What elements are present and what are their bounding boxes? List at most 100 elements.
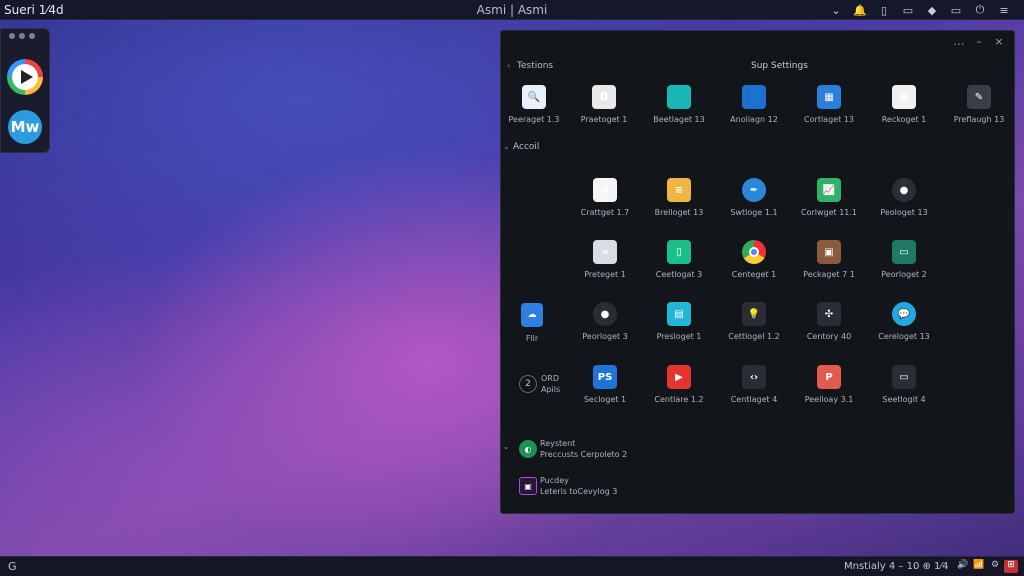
app-tile[interactable]: ▭ Peorloget 2 <box>866 240 942 290</box>
app-label: Corlwget 11.1 <box>800 208 858 217</box>
app-label: Secloget 1 <box>583 395 627 404</box>
app-tile[interactable]: ∞ Preteget 1 <box>567 240 643 290</box>
app-tile[interactable]: 💡 Cettlogel 1.2 <box>716 302 792 352</box>
bell-icon[interactable]: 🔔 <box>848 2 872 18</box>
clipboard-icon[interactable]: ▯ <box>872 2 896 18</box>
bubble-icon: 💬 <box>892 302 916 326</box>
ps-icon: PS <box>593 365 617 389</box>
app-tile[interactable]: 🔍 Peeraget 1.3 <box>496 85 572 135</box>
app-label: Peorloget 2 <box>881 270 927 279</box>
app-tile[interactable]: ▯ Ceetlogat 3 <box>641 240 717 290</box>
app-label: Peelloay 3.1 <box>804 395 854 404</box>
app-tile[interactable]: 📈 Corlwget 11.1 <box>791 178 867 228</box>
app-tile[interactable]: Centeget 1 <box>716 240 792 290</box>
app-tile[interactable]: ✿ Crattget 1.7 <box>567 178 643 228</box>
app-tile[interactable]: ● Peorloget 3 <box>567 302 643 352</box>
app-tile[interactable]: Beetlaget 13 <box>641 85 717 135</box>
app-tile[interactable]: ≡ Brelloget 13 <box>641 178 717 228</box>
app-tile[interactable]: ✣ Centory 40 <box>791 302 867 352</box>
list-expand-chevron[interactable]: ⌄ <box>503 442 513 452</box>
app-label: Peeraget 1.3 <box>508 115 560 124</box>
app-label: Peologet 13 <box>880 208 928 217</box>
monitor-icon[interactable]: ▭ <box>896 2 920 18</box>
green-circle-icon: ◐ <box>519 440 537 458</box>
app-label: Preteget 1 <box>584 270 626 279</box>
app-label: Cortlaget 13 <box>804 115 854 124</box>
notification-icon[interactable]: ⊞ <box>1004 560 1018 573</box>
app-tile[interactable]: ▭ Seetlogit 4 <box>866 365 942 415</box>
list-item[interactable]: ▣ Pucdey Leteris toCevylog 3 <box>519 475 617 497</box>
app-tile[interactable]: ‹› Centlaget 4 <box>716 365 792 415</box>
app-tile[interactable]: ▦ Reckoget 1 <box>866 85 942 135</box>
app-tile[interactable]: ✎ Preflaugh 13 <box>941 85 1017 135</box>
app-tile[interactable]: ▦ Cortlaget 13 <box>791 85 867 135</box>
chevron-down-icon[interactable]: ⌄ <box>824 2 848 18</box>
side-item-apps[interactable]: 2 ORD Apils <box>519 373 560 395</box>
glasses-icon: ∞ <box>593 240 617 264</box>
app-label: Brelloget 13 <box>654 208 704 217</box>
bulb-icon: 💡 <box>742 302 766 326</box>
app-label: Crattget 1.7 <box>580 208 630 217</box>
app-tile[interactable]: ✒ Swtloge 1.1 <box>716 178 792 228</box>
slack-icon: ✣ <box>817 302 841 326</box>
app-label: Centlaget 4 <box>730 395 778 404</box>
media-player-icon[interactable] <box>7 59 43 95</box>
chat-icon <box>667 85 691 109</box>
chrome-icon <box>742 240 766 264</box>
start-menu-button[interactable]: G <box>8 560 17 573</box>
network-icon[interactable]: ◆ <box>920 2 944 18</box>
app-tile[interactable]: 👤 Anoliagn 12 <box>716 85 792 135</box>
side-item-files[interactable]: ☁ Fllr <box>521 303 543 344</box>
app-label: Praetoget 1 <box>580 115 628 124</box>
calendar-icon: ▦ <box>892 85 916 109</box>
list-item[interactable]: ◐ Reystent Preccusts Cerpoleto 2 <box>519 438 627 460</box>
message-icon: ▭ <box>892 365 916 389</box>
app-tile[interactable]: 💬 Cereloget 13 <box>866 302 942 352</box>
chevron-down-icon: ⌄ <box>503 142 510 151</box>
system-tray: ⌄ 🔔 ▯ ▭ ◆ ▭ ⏻ ≡ <box>824 2 1016 18</box>
app-label: Centeget 1 <box>731 270 777 279</box>
app-tile[interactable]: ▶ Centlare 1.2 <box>641 365 717 415</box>
close-icon[interactable]: × <box>992 35 1006 49</box>
app-label: Ceetlogat 3 <box>655 270 703 279</box>
menu-icon[interactable]: … <box>952 35 966 49</box>
file-icon: ▤ <box>667 302 691 326</box>
tablet-icon: ▯ <box>667 240 691 264</box>
dock-window-controls <box>1 29 49 39</box>
window-heading: Sup Settings <box>751 61 808 71</box>
status-text: Mnstialy 4 – 10 ⊕ 1⁄4 <box>844 561 949 572</box>
app-tile[interactable]: PS Secloget 1 <box>567 365 643 415</box>
settings-icon[interactable]: ≡ <box>992 2 1016 18</box>
app-label: Cereloget 13 <box>878 332 930 341</box>
disc-icon: ● <box>593 302 617 326</box>
power-icon[interactable]: ⏻ <box>968 2 992 18</box>
volume-icon[interactable]: 🔊 <box>956 560 970 573</box>
section-header-testions[interactable]: ‹ Testions <box>507 61 553 71</box>
app-label: Preflaugh 13 <box>953 115 1005 124</box>
app-tile[interactable]: P Peelloay 3.1 <box>791 365 867 415</box>
app-tile[interactable]: ◘ Praetoget 1 <box>566 85 642 135</box>
bottom-tray: 🔊 📶 ⚙ ⊞ <box>956 560 1018 573</box>
dot-icon[interactable] <box>19 33 25 39</box>
app-label: Seetlogit 4 <box>882 395 926 404</box>
top-panel: Sueri 1⁄4d Asmi | Asmi ⌄ 🔔 ▯ ▭ ◆ ▭ ⏻ ≡ <box>0 0 1024 20</box>
notes-icon: ≡ <box>667 178 691 202</box>
app-tile[interactable]: ▣ Peckaget 7 1 <box>791 240 867 290</box>
app-label: Beetlaget 13 <box>653 115 705 124</box>
section-header-accoil[interactable]: ⌄ Accoil <box>503 142 539 152</box>
cloud-drive-icon: ☁ <box>521 303 543 327</box>
app-tile[interactable]: ▤ Presloget 1 <box>641 302 717 352</box>
pdf-icon: P <box>817 365 841 389</box>
dot-icon[interactable] <box>29 33 35 39</box>
battery-icon[interactable]: ▭ <box>944 2 968 18</box>
mw-app-icon[interactable]: Mw <box>8 110 42 144</box>
wifi-icon[interactable]: 📶 <box>972 560 986 573</box>
dock: Mw <box>0 28 50 153</box>
app-label: Peckaget 7 1 <box>803 270 855 279</box>
bottom-panel: G Mnstialy 4 – 10 ⊕ 1⁄4 🔊 📶 ⚙ ⊞ <box>0 556 1024 576</box>
app-tile[interactable]: ● Peologet 13 <box>866 178 942 228</box>
minimize-icon[interactable]: – <box>972 35 986 49</box>
dot-icon[interactable] <box>9 33 15 39</box>
top-panel-title[interactable]: Sueri 1⁄4d <box>4 3 64 17</box>
settings-icon[interactable]: ⚙ <box>988 560 1002 573</box>
